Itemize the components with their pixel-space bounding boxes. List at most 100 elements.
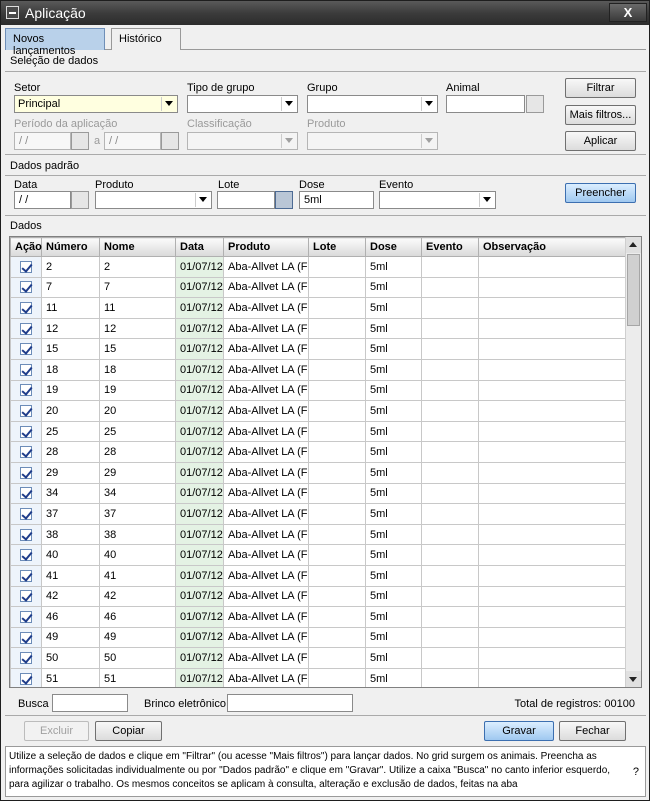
dose-cell[interactable]: 5ml: [365, 441, 422, 463]
acao-cell[interactable]: [10, 503, 42, 525]
table-row[interactable]: 42 42 01/07/12 Aba-Allvet LA (Fr 5ml: [10, 585, 628, 608]
column-header-observacao[interactable]: Observação: [478, 237, 628, 257]
acao-cell[interactable]: [10, 317, 42, 340]
numero-cell[interactable]: 25: [41, 420, 100, 443]
produto-cell[interactable]: Aba-Allvet LA (Fr: [223, 461, 309, 484]
dose-cell[interactable]: 5ml: [365, 647, 422, 669]
numero-cell[interactable]: 20: [41, 400, 100, 422]
evento-cell[interactable]: [421, 317, 479, 340]
evento-cell[interactable]: [421, 461, 479, 484]
produto-cell[interactable]: Aba-Allvet LA (Fr: [223, 441, 309, 463]
numero-cell[interactable]: 41: [41, 564, 100, 587]
checkbox-checked-icon[interactable]: [20, 507, 32, 520]
help-icon[interactable]: ?: [633, 765, 639, 779]
filtrar-button[interactable]: Filtrar: [565, 78, 636, 98]
evento-cell[interactable]: [421, 482, 479, 505]
nome-cell[interactable]: 40: [99, 544, 176, 566]
lote-cell[interactable]: [308, 297, 366, 319]
dose-cell[interactable]: 5ml: [365, 338, 422, 360]
chevron-down-icon[interactable]: [281, 134, 296, 148]
chevron-down-icon[interactable]: [421, 134, 436, 148]
gravar-button[interactable]: Gravar: [484, 721, 554, 741]
acao-cell[interactable]: [10, 338, 42, 360]
preencher-button[interactable]: Preencher: [565, 183, 636, 203]
periodo-end-input[interactable]: / /: [104, 132, 161, 150]
evento-combo[interactable]: [379, 191, 496, 209]
numero-cell[interactable]: 11: [41, 297, 100, 319]
produto-cell[interactable]: Aba-Allvet LA (Fr: [223, 647, 309, 669]
nome-cell[interactable]: 7: [99, 276, 176, 299]
numero-cell[interactable]: 37: [41, 503, 100, 525]
column-header-evento[interactable]: Evento: [421, 237, 479, 257]
dose-cell[interactable]: 5ml: [365, 379, 422, 402]
evento-cell[interactable]: [421, 358, 479, 381]
acao-cell[interactable]: [10, 482, 42, 505]
checkbox-checked-icon[interactable]: [20, 302, 32, 315]
periodo-start-calendar-button[interactable]: [71, 132, 89, 150]
lote-cell[interactable]: [308, 564, 366, 587]
acao-cell[interactable]: [10, 276, 42, 299]
produto-cell[interactable]: Aba-Allvet LA (Fr: [223, 544, 309, 566]
table-row[interactable]: 2 2 01/07/12 Aba-Allvet LA (Fr 5ml: [10, 256, 628, 278]
observacao-cell[interactable]: [478, 503, 628, 525]
checkbox-checked-icon[interactable]: [20, 425, 32, 438]
checkbox-checked-icon[interactable]: [20, 549, 32, 562]
evento-cell[interactable]: [421, 338, 479, 360]
dose-cell[interactable]: 5ml: [365, 503, 422, 525]
produto-combo[interactable]: [95, 191, 212, 209]
chevron-down-icon[interactable]: [421, 97, 436, 111]
checkbox-checked-icon[interactable]: [20, 281, 32, 294]
tab-novos-lancamentos[interactable]: Novos lançamentos: [5, 28, 105, 57]
table-row[interactable]: 46 46 01/07/12 Aba-Allvet LA (Fr 5ml: [10, 606, 628, 628]
acao-cell[interactable]: [10, 667, 42, 687]
dose-cell[interactable]: 5ml: [365, 297, 422, 319]
produto-cell[interactable]: Aba-Allvet LA (Fr: [223, 379, 309, 402]
nome-cell[interactable]: 50: [99, 647, 176, 669]
observacao-cell[interactable]: [478, 647, 628, 669]
checkbox-checked-icon[interactable]: [20, 384, 32, 397]
column-header-acao[interactable]: Ação: [10, 237, 42, 257]
data-cell[interactable]: 01/07/12: [175, 400, 224, 422]
periodo-start-input[interactable]: / /: [14, 132, 71, 150]
evento-cell[interactable]: [421, 256, 479, 278]
data-cell[interactable]: 01/07/12: [175, 606, 224, 628]
table-row[interactable]: 40 40 01/07/12 Aba-Allvet LA (Fr 5ml: [10, 544, 628, 566]
numero-cell[interactable]: 18: [41, 358, 100, 381]
table-row[interactable]: 38 38 01/07/12 Aba-Allvet LA (Fr 5ml: [10, 523, 628, 546]
aplicar-button[interactable]: Aplicar: [565, 131, 636, 151]
setor-combo[interactable]: Principal: [14, 95, 178, 113]
numero-cell[interactable]: 51: [41, 667, 100, 687]
table-row[interactable]: 28 28 01/07/12 Aba-Allvet LA (Fr 5ml: [10, 441, 628, 463]
table-row[interactable]: 12 12 01/07/12 Aba-Allvet LA (Fr 5ml: [10, 317, 628, 340]
data-input[interactable]: / /: [14, 191, 71, 209]
produto-cell[interactable]: Aba-Allvet LA (Fr: [223, 338, 309, 360]
nome-cell[interactable]: 2: [99, 256, 176, 278]
evento-cell[interactable]: [421, 626, 479, 649]
produto-cell[interactable]: Aba-Allvet LA (Fr: [223, 317, 309, 340]
produto-cell[interactable]: Aba-Allvet LA (Fr: [223, 564, 309, 587]
numero-cell[interactable]: 2: [41, 256, 100, 278]
observacao-cell[interactable]: [478, 400, 628, 422]
table-row[interactable]: 11 11 01/07/12 Aba-Allvet LA (Fr 5ml: [10, 297, 628, 319]
checkbox-checked-icon[interactable]: [20, 672, 32, 685]
dose-cell[interactable]: 5ml: [365, 461, 422, 484]
lote-cell[interactable]: [308, 503, 366, 525]
observacao-cell[interactable]: [478, 358, 628, 381]
checkbox-checked-icon[interactable]: [20, 528, 32, 541]
animal-input[interactable]: [446, 95, 525, 113]
produto-cell[interactable]: Aba-Allvet LA (Fr: [223, 358, 309, 381]
checkbox-checked-icon[interactable]: [20, 610, 32, 623]
observacao-cell[interactable]: [478, 379, 628, 402]
checkbox-checked-icon[interactable]: [20, 590, 32, 603]
dose-input[interactable]: 5ml: [299, 191, 374, 209]
scroll-thumb[interactable]: [627, 254, 640, 326]
table-row[interactable]: 7 7 01/07/12 Aba-Allvet LA (Fr 5ml: [10, 276, 628, 299]
lote-cell[interactable]: [308, 461, 366, 484]
acao-cell[interactable]: [10, 358, 42, 381]
lote-cell[interactable]: [308, 441, 366, 463]
chevron-down-icon[interactable]: [479, 193, 494, 207]
observacao-cell[interactable]: [478, 523, 628, 546]
nome-cell[interactable]: 42: [99, 585, 176, 608]
dose-cell[interactable]: 5ml: [365, 482, 422, 505]
data-cell[interactable]: 01/07/12: [175, 256, 224, 278]
